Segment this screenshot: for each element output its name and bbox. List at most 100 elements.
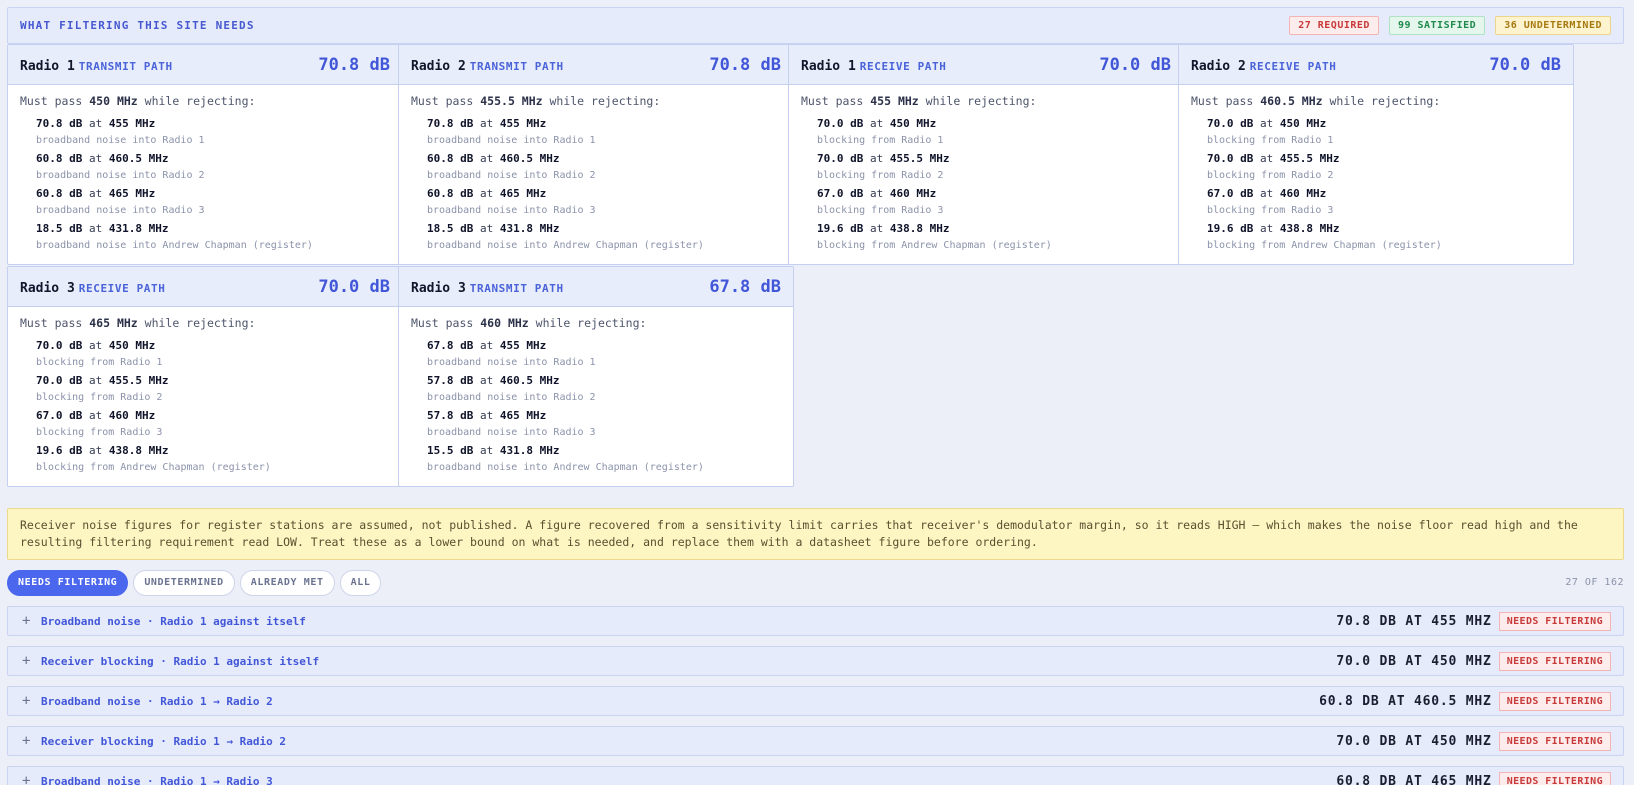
rejection-db: 15.5 dB <box>427 444 474 457</box>
interaction-row[interactable]: + Broadband noise · Radio 1 → Radio 2 60.8… <box>7 686 1624 716</box>
filter-undetermined[interactable]: UNDETERMINED <box>133 570 235 596</box>
passband-prefix: Must pass <box>801 94 871 108</box>
rejection-frequency: 460.5 MHz <box>499 152 560 165</box>
requirement-card: Radio 3 TRANSMIT PATH 67.8 dB Must pass 460… <box>398 266 794 487</box>
rejection-item: 67.0 dB at 460 MHz <box>1207 185 1561 202</box>
plus-icon[interactable]: + <box>22 613 41 629</box>
rejection-at: at <box>473 152 500 165</box>
plus-icon[interactable]: + <box>22 733 41 749</box>
rejection-source: blocking from Radio 1 <box>817 135 944 146</box>
radio-name: Radio 2 <box>1191 59 1246 74</box>
rejection-source: blocking from Radio 3 <box>1207 205 1334 216</box>
rejection-frequency: 460.5 MHz <box>108 152 169 165</box>
rejection-item: 60.8 dB at 465 MHz <box>427 185 781 202</box>
rejection-source: blocking from Radio 3 <box>36 427 163 438</box>
rejection-source: broadband noise into Radio 3 <box>36 205 205 216</box>
rejection-source: broadband noise into Andrew Chapman (reg… <box>427 240 704 251</box>
passband-frequency: 455 MHz <box>870 94 919 108</box>
rejection-db: 67.0 dB <box>36 409 83 422</box>
passband-statement: Must pass 465 MHz while rejecting: <box>20 316 390 330</box>
plus-icon[interactable]: + <box>22 693 41 709</box>
passband-frequency: 460 MHz <box>480 316 529 330</box>
passband-suffix: while rejecting: <box>542 94 661 108</box>
passband-statement: Must pass 455.5 MHz while rejecting: <box>411 94 781 108</box>
passband-suffix: while rejecting: <box>528 316 647 330</box>
rejection-db: 67.8 dB <box>427 339 474 352</box>
interaction-row[interactable]: + Receiver blocking · Radio 1 against its… <box>7 646 1624 676</box>
required-attenuation: 70.8 dB <box>318 54 390 75</box>
rejection-at: at <box>82 187 109 200</box>
rejection-source: blocking from Radio 2 <box>1207 170 1334 181</box>
filter-all[interactable]: ALL <box>339 570 382 596</box>
summary-bar: WHAT FILTERING THIS SITE NEEDS 27 REQUIR… <box>7 7 1624 44</box>
card-heading: Radio 2 RECEIVE PATH <box>1191 55 1336 74</box>
passband-prefix: Must pass <box>411 316 481 330</box>
rejection-db: 19.6 dB <box>36 444 83 457</box>
required-attenuation: 70.0 dB <box>1099 54 1171 75</box>
rejection-at: at <box>473 222 500 235</box>
requirement-card: Radio 2 TRANSMIT PATH 70.8 dB Must pass 455… <box>398 44 794 265</box>
required-attenuation: 70.0 dB <box>1489 54 1561 75</box>
plus-icon[interactable]: + <box>22 653 41 669</box>
rejection-item: 67.8 dB at 455 MHz <box>427 337 781 354</box>
interaction-row[interactable]: + Broadband noise · Radio 1 against itsel… <box>7 606 1624 636</box>
rejection-frequency: 460 MHz <box>889 187 937 200</box>
rejection-list: 70.0 dB at 450 MHz blocking from Radio 1 7… <box>1191 115 1561 255</box>
filter-needs-filtering[interactable]: NEEDS FILTERING <box>7 570 129 596</box>
rejection-source: broadband noise into Radio 2 <box>427 392 596 403</box>
passband-frequency: 465 MHz <box>89 316 138 330</box>
card-body: Must pass 455 MHz while rejecting: 70.0 d… <box>789 85 1183 255</box>
rejection-frequency: 431.8 MHz <box>499 444 560 457</box>
rejection-at: at <box>473 374 500 387</box>
rejection-at: at <box>863 152 890 165</box>
rejection-at: at <box>82 444 109 457</box>
interaction-title[interactable]: Broadband noise · Radio 1 against itself <box>41 615 1336 628</box>
rejection-item: 19.6 dB at 438.8 MHz <box>817 220 1171 237</box>
required-attenuation: 67.8 dB <box>709 276 781 297</box>
rejection-at: at <box>1253 222 1280 235</box>
rejection-frequency: 450 MHz <box>108 339 156 352</box>
undetermined-count-badge[interactable]: 36 UNDETERMINED <box>1495 16 1611 35</box>
interaction-title[interactable]: Broadband noise · Radio 1 → Radio 3 <box>41 775 1336 785</box>
satisfied-count-badge[interactable]: 99 SATISFIED <box>1388 16 1486 35</box>
card-header: Radio 2 RECEIVE PATH 70.0 dB <box>1179 45 1573 85</box>
rejection-at: at <box>1253 117 1280 130</box>
rejection-item: 70.0 dB at 455.5 MHz <box>817 150 1171 167</box>
passband-statement: Must pass 455 MHz while rejecting: <box>801 94 1171 108</box>
rejection-db: 60.8 dB <box>36 152 83 165</box>
rejection-db: 70.0 dB <box>36 339 83 352</box>
required-count-badge[interactable]: 27 REQUIRED <box>1289 16 1379 35</box>
rejection-at: at <box>82 374 109 387</box>
rejection-item: 70.0 dB at 450 MHz <box>817 115 1171 132</box>
rejection-frequency: 460.5 MHz <box>499 374 560 387</box>
interaction-row[interactable]: + Receiver blocking · Radio 1 → Radio 2 70… <box>7 726 1624 756</box>
passband-statement: Must pass 460.5 MHz while rejecting: <box>1191 94 1561 108</box>
rejection-at: at <box>82 339 109 352</box>
rejection-at: at <box>473 444 500 457</box>
filter-already-met[interactable]: ALREADY MET <box>239 570 335 596</box>
status-badge: NEEDS FILTERING <box>1498 611 1611 631</box>
radio-name: Radio 2 <box>411 59 466 74</box>
plus-icon[interactable]: + <box>22 773 41 785</box>
interaction-title[interactable]: Receiver blocking · Radio 1 → Radio 2 <box>41 735 1336 748</box>
rejection-db: 70.8 dB <box>427 117 474 130</box>
rejection-at: at <box>82 222 109 235</box>
interaction-title[interactable]: Broadband noise · Radio 1 → Radio 2 <box>41 695 1319 708</box>
requirement-card: Radio 1 RECEIVE PATH 70.0 dB Must pass 455 … <box>788 44 1184 265</box>
rejection-item: 70.0 dB at 455.5 MHz <box>1207 150 1561 167</box>
passband-statement: Must pass 450 MHz while rejecting: <box>20 94 390 108</box>
rejection-frequency: 438.8 MHz <box>889 222 950 235</box>
rejection-frequency: 431.8 MHz <box>499 222 560 235</box>
rejection-item: 19.6 dB at 438.8 MHz <box>1207 220 1561 237</box>
rejection-db: 70.0 dB <box>36 374 83 387</box>
rejection-item: 70.0 dB at 450 MHz <box>36 337 390 354</box>
interaction-row[interactable]: + Broadband noise · Radio 1 → Radio 3 60.8… <box>7 766 1624 785</box>
rejection-db: 19.6 dB <box>817 222 864 235</box>
rejection-item: 19.6 dB at 438.8 MHz <box>36 442 390 459</box>
rejection-item: 57.8 dB at 465 MHz <box>427 407 781 424</box>
rejection-frequency: 455 MHz <box>499 339 547 352</box>
rejection-frequency: 455.5 MHz <box>108 374 169 387</box>
passband-suffix: while rejecting: <box>137 316 256 330</box>
interaction-title[interactable]: Receiver blocking · Radio 1 against itse… <box>41 655 1336 668</box>
rejection-item: 67.0 dB at 460 MHz <box>36 407 390 424</box>
